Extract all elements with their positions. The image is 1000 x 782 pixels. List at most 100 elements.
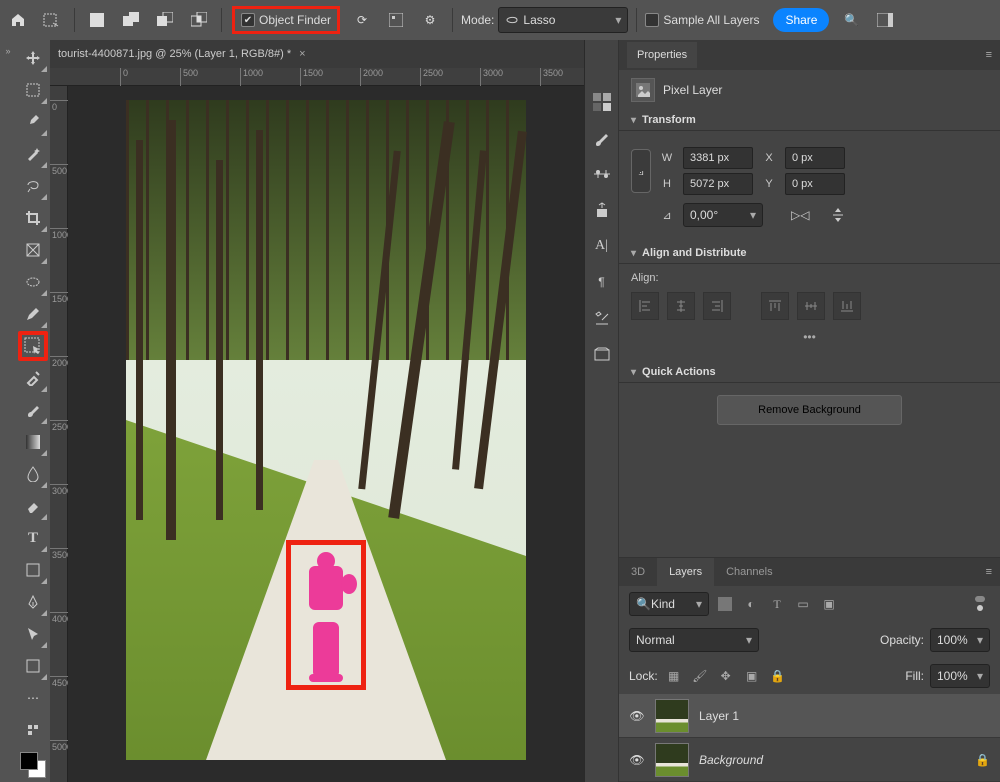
lock-paint-icon[interactable]: 🖌 xyxy=(690,666,710,686)
tab-properties[interactable]: Properties xyxy=(627,42,697,68)
share-button[interactable]: Share xyxy=(773,8,829,32)
filter-smart-icon[interactable]: ▣ xyxy=(819,594,839,614)
align-right-icon[interactable] xyxy=(703,292,731,320)
object-selection-tool[interactable] xyxy=(18,331,48,361)
tab-layers[interactable]: Layers xyxy=(657,558,714,586)
type-tool[interactable]: T xyxy=(18,523,48,553)
filter-adjustment-icon[interactable]: ◐ xyxy=(741,594,761,614)
visibility-icon[interactable]: 👁 xyxy=(629,753,645,767)
remove-background-button[interactable]: Remove Background xyxy=(717,395,902,425)
layer-row[interactable]: 👁 Background 🔒 xyxy=(619,738,1000,782)
filter-shape-icon[interactable]: ▭ xyxy=(793,594,813,614)
refresh-icon[interactable]: ⟳ xyxy=(348,6,376,34)
tab-3d[interactable]: 3D xyxy=(619,558,657,586)
home-icon[interactable] xyxy=(4,6,32,34)
panel-menu-icon[interactable]: ≡ xyxy=(986,49,992,61)
magic-wand-tool[interactable] xyxy=(18,139,48,169)
pencil-tool[interactable] xyxy=(18,299,48,329)
adjustments-icon[interactable] xyxy=(590,162,614,186)
blend-mode-dropdown[interactable]: Normal xyxy=(629,628,759,652)
selection-intersect-icon[interactable] xyxy=(185,6,213,34)
brush-tool[interactable] xyxy=(18,395,48,425)
workspace-icon[interactable] xyxy=(871,6,899,34)
visibility-icon[interactable]: 👁 xyxy=(629,709,645,723)
width-field[interactable] xyxy=(683,147,753,169)
section-quick-actions[interactable]: Quick Actions xyxy=(619,362,1000,382)
layer-row[interactable]: 👁 Layer 1 xyxy=(619,694,1000,738)
pen-tool[interactable] xyxy=(18,587,48,617)
foreground-color[interactable] xyxy=(20,752,38,770)
section-align[interactable]: Align and Distribute xyxy=(619,243,1000,263)
flip-horizontal-icon[interactable]: ▷◁ xyxy=(791,208,809,222)
section-transform[interactable]: Transform xyxy=(619,110,1000,130)
canvas[interactable] xyxy=(68,86,584,782)
search-icon[interactable]: 🔍 xyxy=(837,6,865,34)
angle-field[interactable]: 0,00° xyxy=(683,203,763,227)
eraser-tool[interactable] xyxy=(18,491,48,521)
tool-presets-icon[interactable] xyxy=(590,306,614,330)
swatches-icon[interactable] xyxy=(590,90,614,114)
tab-channels[interactable]: Channels xyxy=(714,558,784,586)
align-vcenter-icon[interactable] xyxy=(797,292,825,320)
y-field[interactable] xyxy=(785,173,845,195)
link-wh-icon[interactable]: ⟓ xyxy=(631,149,651,193)
lock-artboard-icon[interactable]: ▣ xyxy=(742,666,762,686)
mode-dropdown[interactable]: Lasso xyxy=(498,7,628,33)
layer-name[interactable]: Layer 1 xyxy=(699,709,739,723)
sample-all-checkbox[interactable]: Sample All Layers xyxy=(645,13,759,27)
ruler-vertical[interactable]: 0 500 1000 1500 2000 2500 3000 3500 4000… xyxy=(50,86,68,782)
align-bottom-icon[interactable] xyxy=(833,292,861,320)
layer-name[interactable]: Background xyxy=(699,753,763,767)
more-align-icon[interactable]: ••• xyxy=(631,324,988,350)
selection-subtract-icon[interactable] xyxy=(151,6,179,34)
edit-toolbar-icon[interactable] xyxy=(18,715,48,745)
eyedropper-tool[interactable] xyxy=(18,107,48,137)
align-left-icon[interactable] xyxy=(631,292,659,320)
lock-icon[interactable]: 🔒 xyxy=(975,753,990,767)
panel-expand-gutter[interactable]: » xyxy=(0,40,16,782)
height-field[interactable] xyxy=(683,173,753,195)
align-top-icon[interactable] xyxy=(761,292,789,320)
shape-tool[interactable] xyxy=(18,555,48,585)
filter-pixel-icon[interactable] xyxy=(715,594,735,614)
gear-icon[interactable]: ⚙ xyxy=(416,6,444,34)
gradient-tool[interactable] xyxy=(18,427,48,457)
tool-preset-icon[interactable] xyxy=(38,6,66,34)
object-finder-checkbox[interactable]: Object Finder xyxy=(232,6,340,34)
patch-tool[interactable] xyxy=(18,267,48,297)
filter-toggle[interactable] xyxy=(970,594,990,614)
blur-tool[interactable] xyxy=(18,459,48,489)
align-hcenter-icon[interactable] xyxy=(667,292,695,320)
filter-type-icon[interactable]: T xyxy=(767,594,787,614)
color-swatches[interactable] xyxy=(20,752,46,778)
lock-transparency-icon[interactable]: ▦ xyxy=(664,666,684,686)
ruler-horizontal[interactable]: 0 500 1000 1500 2000 2500 3000 3500 xyxy=(50,68,584,86)
path-selection-tool[interactable] xyxy=(18,619,48,649)
lasso-tool[interactable] xyxy=(18,171,48,201)
layer-thumbnail[interactable] xyxy=(655,743,689,777)
panel-menu-icon[interactable]: ≡ xyxy=(978,566,1000,578)
move-tool[interactable] xyxy=(18,43,48,73)
crop-tool[interactable] xyxy=(18,203,48,233)
fill-field[interactable]: 100% xyxy=(930,664,990,688)
filter-kind-dropdown[interactable]: 🔍 Kind xyxy=(629,592,709,616)
frame-tool[interactable] xyxy=(18,235,48,265)
clone-source-icon[interactable] xyxy=(590,198,614,222)
paragraph-icon[interactable]: ¶ xyxy=(590,270,614,294)
libraries-icon[interactable] xyxy=(590,342,614,366)
document-tab[interactable]: tourist-4400871.jpg @ 25% (Layer 1, RGB/… xyxy=(50,40,584,68)
overlay-options-icon[interactable] xyxy=(382,6,410,34)
layer-thumbnail[interactable] xyxy=(655,699,689,733)
artboard-tool[interactable] xyxy=(18,651,48,681)
selection-new-icon[interactable] xyxy=(83,6,111,34)
marquee-tool[interactable] xyxy=(18,75,48,105)
lock-all-icon[interactable]: 🔒 xyxy=(768,666,788,686)
close-tab-icon[interactable]: × xyxy=(299,48,305,60)
lock-position-icon[interactable]: ✥ xyxy=(716,666,736,686)
selection-add-icon[interactable] xyxy=(117,6,145,34)
flip-vertical-icon[interactable] xyxy=(831,207,845,223)
opacity-field[interactable]: 100% xyxy=(930,628,990,652)
brushes-icon[interactable] xyxy=(590,126,614,150)
healing-brush-tool[interactable] xyxy=(18,363,48,393)
character-icon[interactable]: A| xyxy=(590,234,614,258)
